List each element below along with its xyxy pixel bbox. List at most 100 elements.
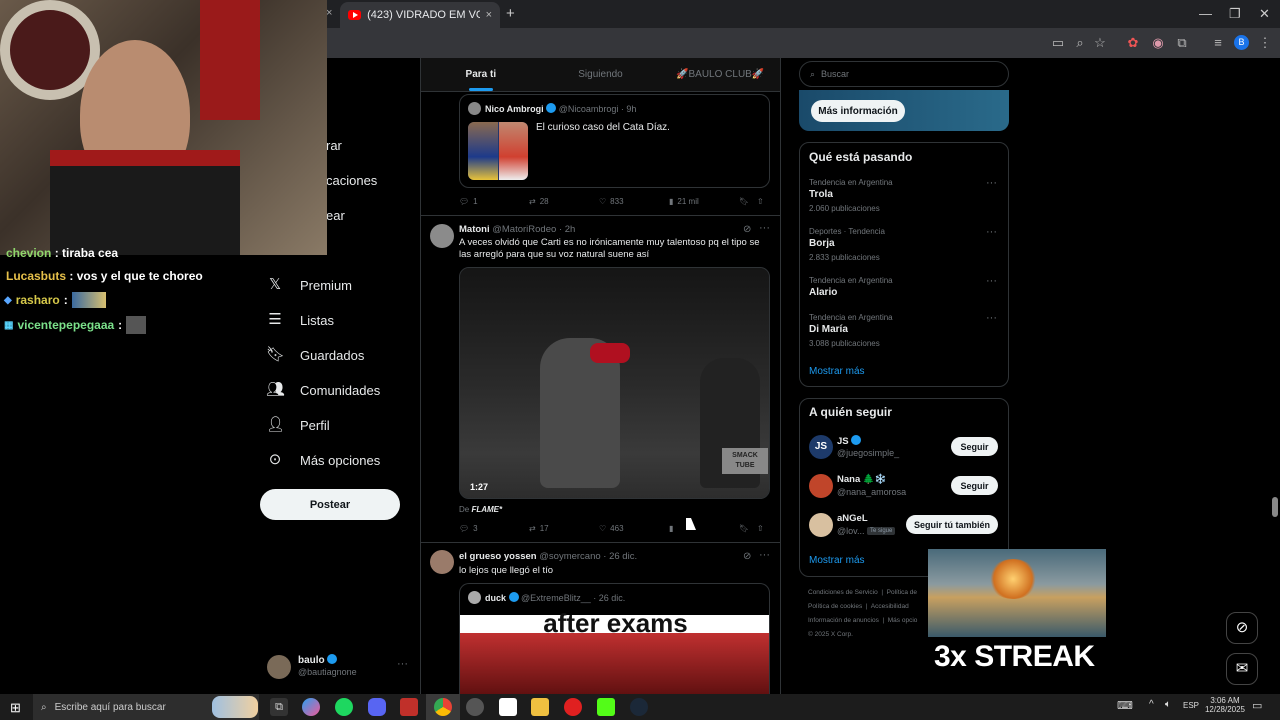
extension-icon[interactable]: ◉ <box>1149 34 1167 52</box>
copilot-icon[interactable] <box>302 698 320 716</box>
app-icon[interactable] <box>400 698 418 716</box>
profile-avatar[interactable]: B <box>1234 35 1249 50</box>
bookmark-button[interactable]: 🔖︎ <box>739 197 757 206</box>
minimize-icon[interactable]: — <box>1199 6 1212 21</box>
tab-active[interactable]: (423) VIDRADO EM VOCE - DJ × <box>340 2 500 28</box>
avatar[interactable] <box>430 224 454 248</box>
discord-icon[interactable] <box>368 698 386 716</box>
author-handle[interactable]: @soymercano <box>539 551 600 562</box>
file-explorer-icon[interactable] <box>531 698 549 716</box>
opera-icon[interactable] <box>564 698 582 716</box>
footer-link[interactable]: Información de anuncios <box>808 617 879 624</box>
app-icon[interactable] <box>466 698 484 716</box>
capcut-icon[interactable] <box>499 698 517 716</box>
clock[interactable]: 3:06 AM 12/28/2025 <box>1203 696 1247 714</box>
timestamp[interactable]: · 2h <box>559 224 575 235</box>
bookmark-button[interactable]: 🔖︎ <box>739 524 757 533</box>
more-dots-icon[interactable]: ··· <box>986 226 997 238</box>
footer-link[interactable]: Accesibilidad <box>871 603 909 610</box>
like-button[interactable]: ♡ 833 <box>599 197 669 206</box>
grok-icon[interactable]: ⊘ <box>743 224 751 235</box>
reply-button[interactable]: 💬︎ 1 <box>459 197 529 206</box>
views-button[interactable]: ▮ 21 mil <box>669 197 739 206</box>
show-more-link[interactable]: Mostrar más <box>809 366 865 377</box>
windows-start-icon[interactable]: ⊞ <box>10 700 21 716</box>
quoted-tweet[interactable]: duck @ExtremeBlitz__ · 26 dic. after exa… <box>459 583 770 694</box>
post-button[interactable]: Postear <box>260 489 400 520</box>
repost-button[interactable]: ⇄ 28 <box>529 197 599 206</box>
trend-item[interactable]: Tendencia en Argentina Di María 3.088 pu… <box>809 313 893 348</box>
trend-item[interactable]: Tendencia en Argentina Trola 2.060 publi… <box>809 178 893 213</box>
avatar[interactable]: JS <box>809 435 833 459</box>
close-tab-icon[interactable]: × <box>486 9 492 21</box>
source-name[interactable]: FLAME* <box>471 505 502 514</box>
chrome-icon[interactable] <box>434 698 452 716</box>
follow-name[interactable]: Nana 🌲❄️ <box>837 474 887 485</box>
new-tab-button[interactable]: + <box>506 5 515 22</box>
nav-item-lists[interactable]: ☰ Listas <box>266 307 334 333</box>
author-name[interactable]: Matoni <box>459 224 490 235</box>
grok-icon[interactable]: ⊘ <box>743 551 751 562</box>
repost-button[interactable]: ⇄ 17 <box>529 524 599 533</box>
media-icon[interactable]: ≡ <box>1209 34 1227 52</box>
task-view-icon[interactable]: ⧉ <box>270 698 288 716</box>
notification-icon[interactable]: ▭ <box>1252 699 1262 712</box>
close-window-icon[interactable]: ✕ <box>1259 6 1270 22</box>
cast-icon[interactable]: ▭ <box>1049 34 1067 52</box>
nav-item-partial[interactable]: rar <box>326 138 342 153</box>
nav-item-partial[interactable]: ear <box>326 208 345 223</box>
trend-item[interactable]: Tendencia en Argentina Alario <box>809 276 893 298</box>
spotify-icon[interactable] <box>335 698 353 716</box>
keyboard-icon[interactable]: ⌨ <box>1117 699 1133 712</box>
avatar[interactable] <box>809 474 833 498</box>
more-info-button[interactable]: Más información <box>811 100 905 122</box>
restore-icon[interactable]: ❐ <box>1229 6 1241 22</box>
tab-for-you[interactable]: Para ti <box>421 58 541 91</box>
menu-kebab-icon[interactable]: ⋮ <box>1256 34 1274 52</box>
tab-baulo-club[interactable]: 🚀BAULO CLUB🚀 <box>660 58 780 91</box>
tray-chevron-icon[interactable]: ^ <box>1149 699 1154 710</box>
follow-back-button[interactable]: Seguir tú también <box>906 515 998 534</box>
views-button[interactable]: ▮ <box>669 524 739 533</box>
footer-link[interactable]: Política de cookies <box>808 603 862 610</box>
author-handle[interactable]: @MatoriRodeo <box>492 224 556 235</box>
tab-following[interactable]: Siguiendo <box>541 58 661 91</box>
more-dots-icon[interactable]: ··· <box>986 177 997 189</box>
nav-item-bookmarks[interactable]: 🔖︎ Guardados <box>266 342 364 368</box>
footer-link[interactable]: Más opcio <box>888 617 918 624</box>
follow-name[interactable]: JS <box>837 436 849 447</box>
extensions-puzzle-icon[interactable]: ⧉ <box>1173 34 1191 52</box>
tweet-video[interactable]: SMACK TUBE 1:27 <box>459 267 770 499</box>
footer-link[interactable]: Política de <box>887 589 917 596</box>
nav-item-partial[interactable]: caciones <box>326 173 377 188</box>
quoted-tweet[interactable]: Nico Ambrogi @Nicoambrogi · 9h El curios… <box>459 94 770 188</box>
nav-item-profile[interactable]: 👤︎ Perfil <box>266 412 330 438</box>
timestamp[interactable]: · 26 dic. <box>603 551 637 562</box>
show-more-link[interactable]: Mostrar más <box>809 555 865 566</box>
follow-button[interactable]: Seguir <box>951 476 998 495</box>
footer-link[interactable]: Condiciones de Servicio <box>808 589 878 596</box>
trend-item[interactable]: Deportes · Tendencia Borja 2.833 publica… <box>809 227 885 262</box>
nav-item-communities[interactable]: 👥︎ Comunidades <box>266 377 380 403</box>
reply-button[interactable]: 💬︎ 3 <box>459 524 529 533</box>
grok-button[interactable]: ⊘ <box>1226 612 1258 644</box>
like-button[interactable]: ♡ 463 <box>599 524 669 533</box>
steam-icon[interactable] <box>630 698 648 716</box>
more-dots-icon[interactable]: ··· <box>986 312 997 324</box>
scrollbar-track[interactable] <box>1271 58 1280 694</box>
follow-button[interactable]: Seguir <box>951 437 998 456</box>
share-button[interactable]: ⇧ <box>757 197 769 206</box>
search-input[interactable]: ⌕ Buscar <box>799 61 1009 87</box>
scrollbar-thumb[interactable] <box>1272 497 1278 517</box>
language-indicator[interactable]: ESP <box>1183 701 1199 710</box>
avatar[interactable] <box>430 550 454 574</box>
star-icon[interactable]: ☆ <box>1091 34 1109 52</box>
more-dots-icon[interactable]: ··· <box>759 222 770 234</box>
kick-icon[interactable] <box>597 698 615 716</box>
avatar[interactable] <box>267 655 291 679</box>
avatar[interactable] <box>809 513 833 537</box>
nav-item-premium[interactable]: 𝕏 Premium <box>266 272 352 298</box>
share-button[interactable]: ⇧ <box>757 524 769 533</box>
zoom-icon[interactable]: ⌕ <box>1071 34 1089 52</box>
volume-icon[interactable]: 🔈︎ <box>1165 699 1171 710</box>
